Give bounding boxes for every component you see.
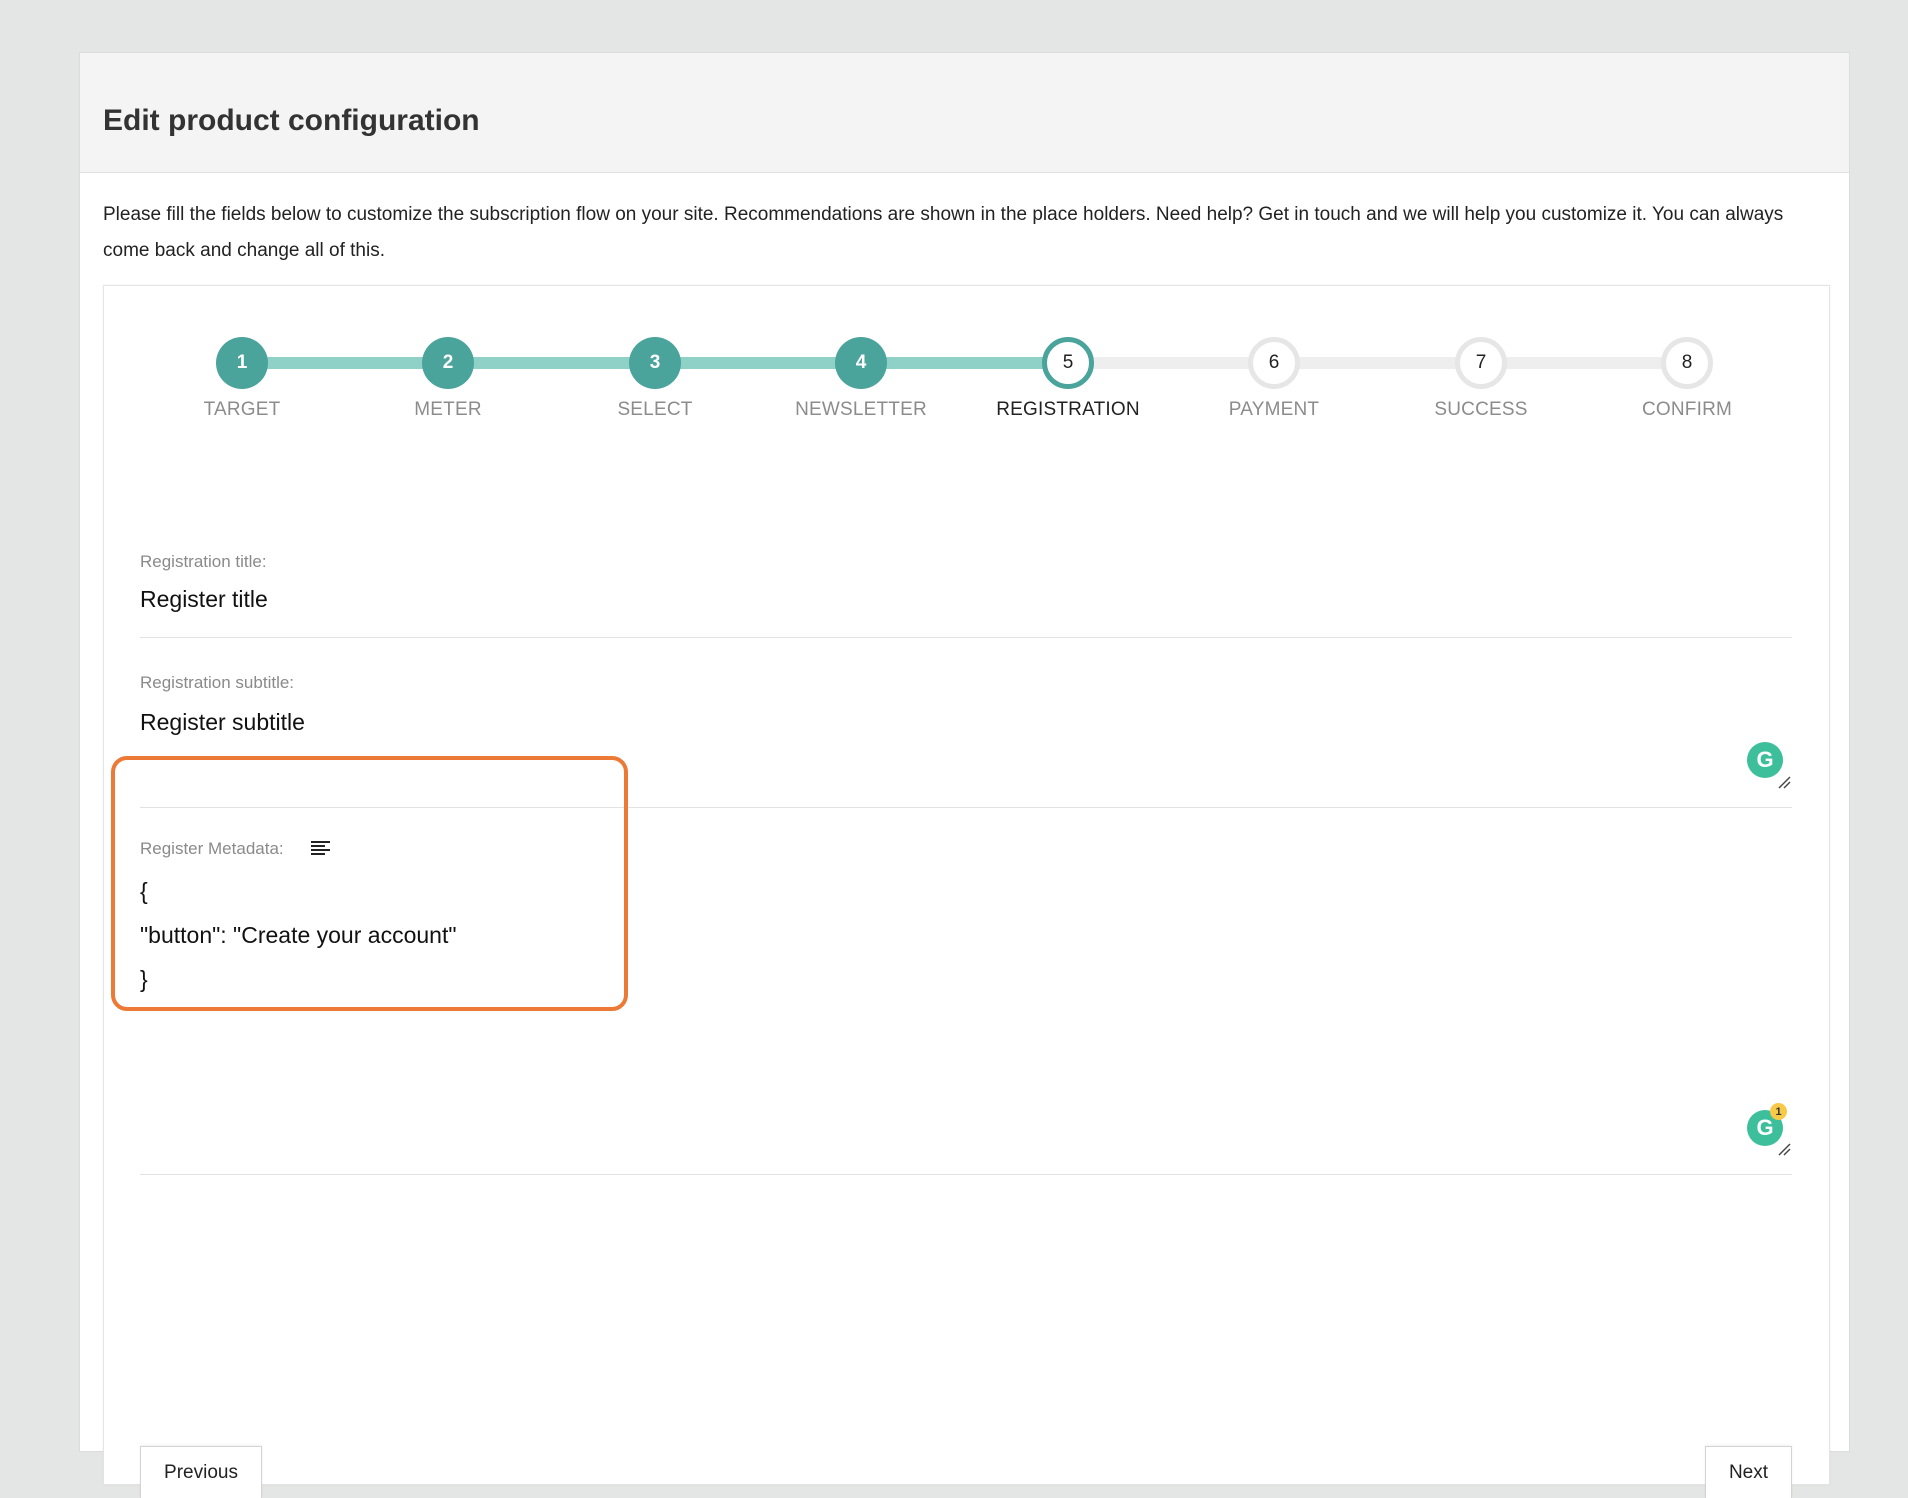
step-label: TARGET (203, 399, 281, 420)
step-label: CONFIRM (1641, 399, 1733, 420)
intro-text: Please fill the fields below to customiz… (103, 204, 1784, 261)
step-number: 8 (1661, 337, 1713, 389)
grammarly-badge: 1 (1770, 1103, 1787, 1120)
step-number: 7 (1455, 337, 1507, 389)
registration-title-input[interactable]: Register title (140, 586, 1792, 613)
step-label: SUCCESS (1434, 399, 1528, 420)
step-number: 3 (629, 337, 681, 389)
next-button[interactable]: Next (1705, 1446, 1792, 1498)
step-number: 4 (835, 337, 887, 389)
step-payment[interactable]: 6 PAYMENT (1174, 337, 1374, 421)
step-meter[interactable]: 2 METER (348, 337, 548, 421)
step-number: 1 (216, 337, 268, 389)
step-label: SELECT (617, 399, 693, 420)
step-select[interactable]: 3 SELECT (555, 337, 755, 421)
card-header: Edit product configuration (80, 53, 1849, 173)
step-label: METER (414, 399, 482, 420)
registration-subtitle-label: Registration subtitle: (140, 673, 295, 692)
previous-button[interactable]: Previous (140, 1446, 262, 1498)
field-underline (140, 1174, 1792, 1175)
step-label: NEWSLETTER (795, 399, 927, 420)
page-title: Edit product configuration (103, 104, 480, 137)
step-number: 2 (422, 337, 474, 389)
registration-title-field[interactable]: Registration title: Register title (140, 552, 1792, 644)
step-registration[interactable]: 5 REGISTRATION (968, 337, 1168, 421)
metadata-highlight-box (111, 756, 628, 1011)
step-number: 6 (1248, 337, 1300, 389)
step-label: REGISTRATION (996, 399, 1140, 420)
resize-handle-icon[interactable] (1777, 1142, 1791, 1156)
step-number: 5 (1042, 337, 1094, 389)
step-newsletter[interactable]: 4 NEWSLETTER (761, 337, 961, 421)
config-card: Edit product configuration Please fill t… (79, 52, 1850, 1498)
step-target[interactable]: 1 TARGET (142, 337, 342, 421)
field-underline (140, 637, 1792, 638)
step-success[interactable]: 7 SUCCESS (1381, 337, 1581, 421)
registration-subtitle-input[interactable]: Register subtitle (140, 709, 1792, 736)
step-confirm[interactable]: 8 CONFIRM (1587, 337, 1787, 421)
resize-handle-icon[interactable] (1777, 775, 1791, 789)
step-label: PAYMENT (1228, 399, 1320, 420)
grammarly-icon[interactable]: G (1747, 742, 1783, 778)
registration-title-label: Registration title: (140, 552, 267, 571)
stepper: 1 TARGET 2 METER 3 SELECT 4 NEWSLETTER 5… (104, 286, 1829, 426)
